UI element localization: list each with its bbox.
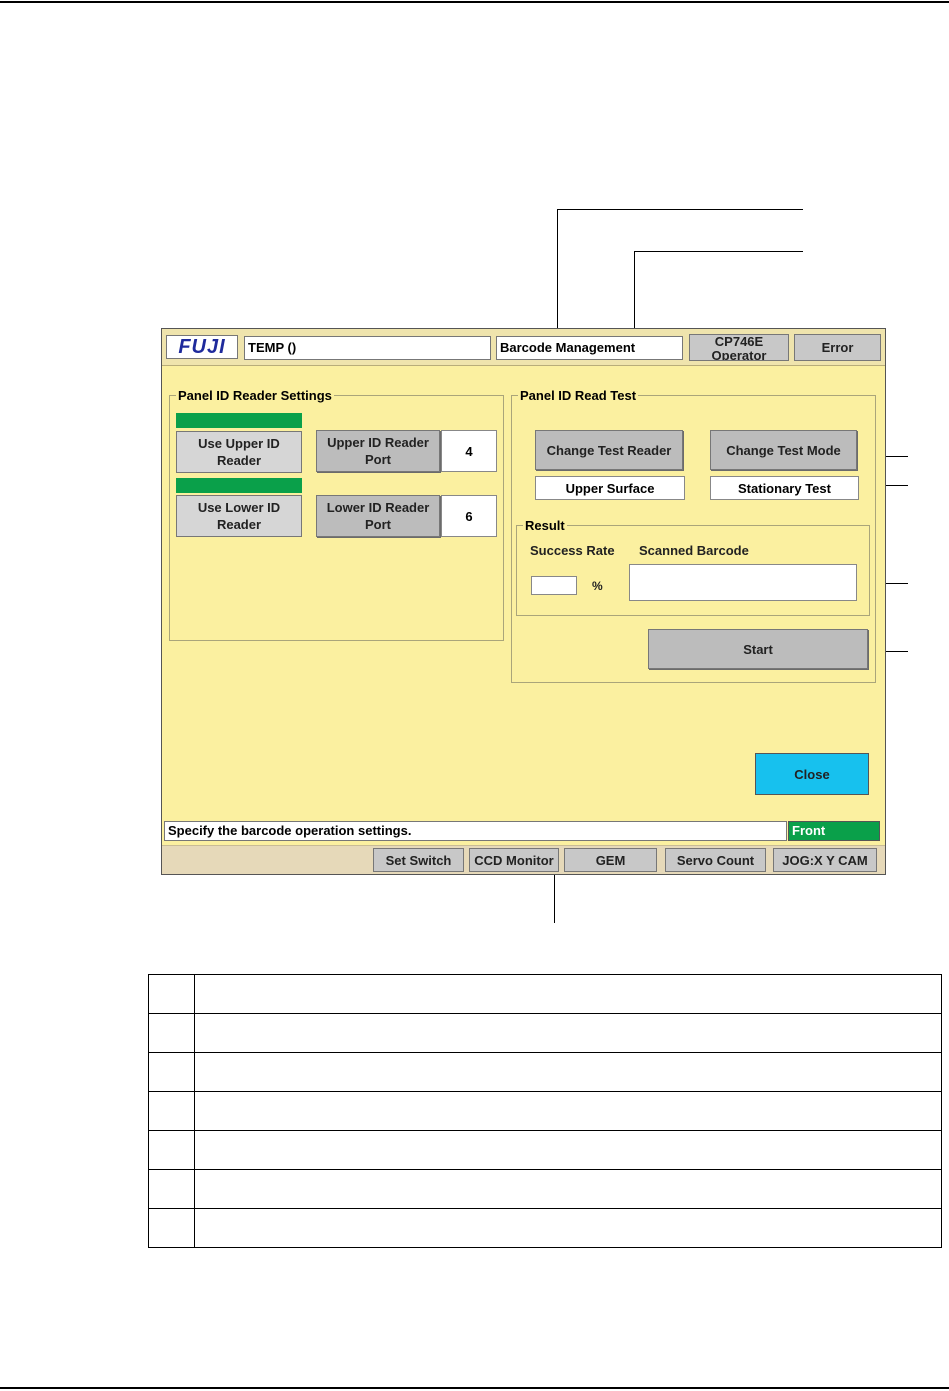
success-rate-value	[531, 576, 577, 595]
main-area: Panel ID Reader Settings Use Upper ID Rea…	[162, 366, 885, 816]
table-row	[148, 1091, 942, 1131]
table-row	[148, 1013, 942, 1053]
table-row	[148, 1052, 942, 1092]
table-row	[148, 1130, 942, 1170]
upper-reader-port-value: 4	[441, 430, 497, 472]
operator-role: Operator	[711, 348, 767, 361]
status-bar: Specify the barcode operation settings. …	[162, 819, 885, 843]
test-mode-value: Stationary Test	[710, 476, 859, 500]
screen-title-field: Barcode Management	[496, 336, 683, 360]
machine-name-field: TEMP ()	[244, 336, 491, 360]
close-button[interactable]: Close	[755, 753, 869, 795]
operator-model: CP746E	[714, 334, 764, 349]
fuji-logo: FUJI	[166, 335, 238, 359]
lower-reader-active-indicator	[176, 478, 302, 493]
ccd-monitor-button[interactable]: CCD Monitor	[469, 848, 559, 872]
start-button[interactable]: Start	[648, 629, 868, 669]
use-lower-reader-button[interactable]: Use Lower ID Reader	[176, 495, 302, 537]
table-row	[148, 1208, 942, 1248]
table-row	[148, 974, 942, 1014]
percent-unit: %	[592, 579, 603, 593]
use-upper-reader-button[interactable]: Use Upper ID Reader	[176, 431, 302, 473]
servo-count-button[interactable]: Servo Count	[665, 848, 766, 872]
side-indicator: Front	[788, 821, 880, 841]
success-rate-label: Success Rate	[530, 543, 615, 558]
lower-reader-port-button[interactable]: Lower ID Reader Port	[316, 495, 440, 537]
top-rule	[0, 1, 949, 3]
reader-settings-title: Panel ID Reader Settings	[178, 388, 332, 403]
bottom-rule	[0, 1387, 949, 1389]
callout-key-table	[148, 974, 942, 1248]
change-test-reader-button[interactable]: Change Test Reader	[535, 430, 683, 470]
table-row	[148, 1169, 942, 1209]
change-test-mode-button[interactable]: Change Test Mode	[710, 430, 857, 470]
set-switch-button[interactable]: Set Switch	[373, 848, 464, 872]
barcode-management-screen: FUJI TEMP () Barcode Management CP746E O…	[161, 328, 886, 875]
result-title: Result	[525, 518, 565, 533]
bottom-button-bar: Set Switch CCD Monitor GEM Servo Count J…	[162, 845, 885, 874]
read-test-title: Panel ID Read Test	[520, 388, 637, 403]
status-message: Specify the barcode operation settings.	[164, 821, 787, 841]
upper-reader-port-button[interactable]: Upper ID Reader Port	[316, 430, 440, 472]
scanned-barcode-value	[629, 564, 857, 601]
test-reader-value: Upper Surface	[535, 476, 685, 500]
title-bar: FUJI TEMP () Barcode Management CP746E O…	[162, 329, 885, 366]
lower-reader-port-value: 6	[441, 495, 497, 537]
operator-button[interactable]: CP746E Operator	[689, 334, 789, 361]
upper-reader-active-indicator	[176, 413, 302, 428]
scanned-barcode-label: Scanned Barcode	[639, 543, 749, 558]
gem-button[interactable]: GEM	[564, 848, 657, 872]
jog-xy-cam-button[interactable]: JOG:X Y CAM	[773, 848, 877, 872]
error-button[interactable]: Error	[794, 334, 881, 361]
